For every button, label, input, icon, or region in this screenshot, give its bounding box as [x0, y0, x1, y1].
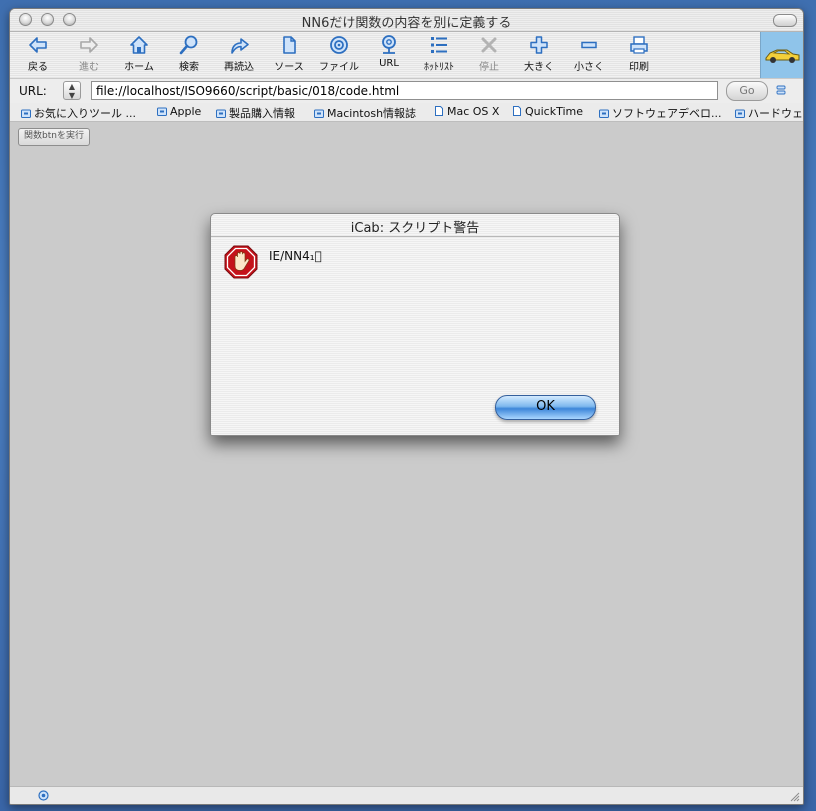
bookmark-page-icon — [435, 106, 443, 116]
toolbar-toggle-button[interactable] — [773, 14, 797, 27]
source-label: ソース — [274, 62, 304, 73]
text-bigger-button[interactable]: 大きく — [513, 34, 565, 76]
search-label: 検索 — [179, 62, 199, 73]
brand-car-badge[interactable] — [760, 32, 803, 78]
bookmark-item[interactable]: お気に入りツール ... — [21, 105, 136, 121]
url-field-label: URL: — [19, 84, 47, 98]
forward-arrow-icon — [80, 37, 98, 53]
stop-label: 停止 — [479, 62, 499, 73]
url-history-stepper[interactable]: ▲ ▼ — [63, 81, 81, 100]
reload-label: 再読込 — [224, 62, 254, 73]
bookmark-label: お気に入りツール ... — [34, 107, 136, 120]
bookmark-label: Macintosh情報誌 — [327, 107, 417, 120]
search-button[interactable]: 検索 — [163, 34, 215, 76]
address-bar: URL: ▲ ▼ file://localhost/ISO9660/script/… — [10, 78, 803, 104]
bookmark-folder-icon — [314, 109, 324, 118]
bookmark-label: Apple — [170, 105, 202, 118]
window-title: NN6だけ関数の内容を別に定義する — [301, 16, 512, 31]
reload-icon — [231, 38, 249, 54]
stop-button[interactable]: 停止 — [463, 34, 515, 76]
bookmark-folder-icon — [157, 107, 167, 116]
bookmark-item[interactable]: 製品購入情報 — [216, 105, 295, 121]
search-icon — [179, 35, 198, 55]
home-icon — [130, 36, 148, 54]
minus-icon — [581, 41, 597, 49]
hotlist-button[interactable]: ﾎｯﾄﾘｽﾄ — [413, 34, 465, 76]
bookmark-folder-icon — [599, 109, 609, 118]
security-status-icon[interactable] — [38, 790, 49, 801]
resize-grip-icon[interactable] — [789, 791, 800, 802]
bookmark-label: QuickTime — [525, 105, 584, 118]
forward-button[interactable]: 進む — [63, 34, 115, 76]
forward-label: 進む — [79, 62, 99, 73]
bookmark-item[interactable]: Apple — [157, 105, 201, 118]
bookmark-folder-icon — [735, 109, 745, 118]
source-button[interactable]: ソース — [263, 34, 315, 76]
stop-x-icon — [481, 37, 497, 53]
print-label: 印刷 — [629, 62, 649, 73]
hotlist-icon — [431, 37, 447, 53]
bookmark-label: ハードウェ — [748, 107, 803, 120]
bookmark-folder-icon — [21, 109, 31, 118]
stop-hand-icon — [224, 245, 258, 279]
file-target-icon — [330, 36, 348, 54]
bookmark-folder-icon — [216, 109, 226, 118]
file-button[interactable]: ファイル — [313, 34, 365, 76]
bookmark-item[interactable]: Macintosh情報誌 — [314, 105, 416, 121]
print-button[interactable]: 印刷 — [613, 34, 665, 76]
home-button[interactable]: ホーム — [113, 34, 165, 76]
bookmark-item[interactable]: Mac OS X — [434, 105, 499, 118]
toolbar: 戻る 進む ホーム 検索 再読込 ソース ファイル URL ﾎｯﾄﾘｽﾄ 停止 … — [10, 32, 803, 78]
dialog-title: iCab: スクリプト警告 — [350, 221, 480, 236]
url-input[interactable]: file://localhost/ISO9660/script/basic/01… — [91, 81, 718, 100]
text-smaller-button[interactable]: 小さく — [563, 34, 615, 76]
bookmark-label: Mac OS X — [447, 105, 500, 118]
back-button[interactable]: 戻る — [12, 34, 64, 76]
bookmark-label: ソフトウェアデベロ... — [612, 107, 722, 120]
file-label: ファイル — [319, 62, 359, 73]
back-label: 戻る — [28, 62, 48, 73]
ok-button[interactable]: OK — [495, 395, 596, 420]
back-arrow-icon — [29, 37, 47, 53]
url-label: URL — [379, 58, 399, 69]
script-alert-dialog: iCab: スクリプト警告 IE/NN4₁⃞ OK — [210, 213, 620, 436]
bookmark-item[interactable]: ソフトウェアデベロ... — [599, 105, 722, 121]
hotlist-label: ﾎｯﾄﾘｽﾄ — [424, 62, 454, 73]
go-button[interactable]: Go — [726, 81, 768, 101]
printer-icon — [630, 36, 648, 54]
status-bar — [10, 786, 803, 804]
dialog-title-bar: iCab: スクリプト警告 — [211, 214, 619, 237]
text-smaller-label: 小さく — [574, 62, 604, 73]
run-function-button[interactable]: 関数btnを実行 — [18, 128, 90, 146]
yellow-car-icon — [765, 49, 800, 63]
bookmark-item[interactable]: ハードウェ — [735, 105, 803, 121]
page-info-icon[interactable] — [776, 85, 786, 95]
text-bigger-label: 大きく — [524, 62, 554, 73]
source-document-icon — [283, 36, 296, 54]
reload-button[interactable]: 再読込 — [213, 34, 265, 76]
bookmarks-bar: お気に入りツール ... Apple 製品購入情報 Macintosh情報誌 M… — [10, 103, 803, 122]
url-globe-icon — [382, 35, 396, 54]
url-button[interactable]: URL — [363, 34, 415, 76]
home-label: ホーム — [124, 62, 154, 73]
bookmark-page-icon — [513, 106, 521, 116]
dialog-message: IE/NN4₁⃞ — [269, 249, 322, 263]
bookmark-item[interactable]: QuickTime — [512, 105, 583, 118]
bookmark-label: 製品購入情報 — [229, 107, 295, 120]
title-bar[interactable]: NN6だけ関数の内容を別に定義する — [10, 9, 803, 32]
plus-icon — [530, 36, 548, 54]
